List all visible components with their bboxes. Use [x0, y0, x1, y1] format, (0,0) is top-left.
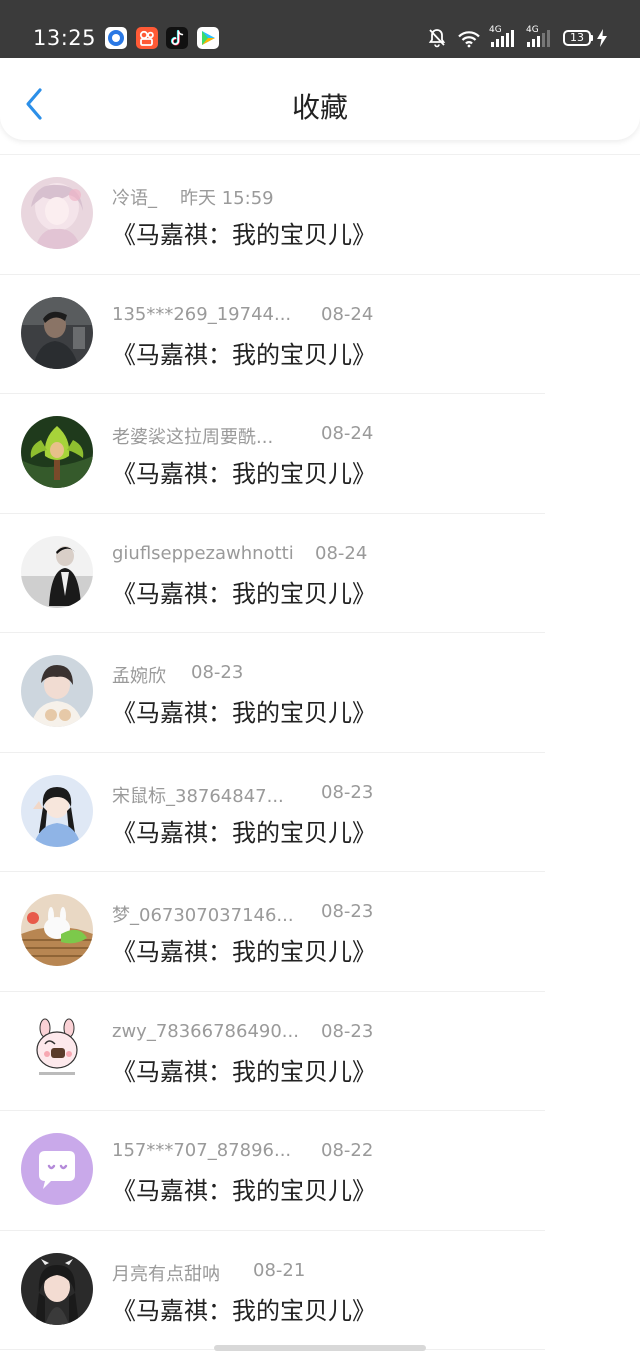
item-title[interactable]: 《马嘉祺：我的宝贝儿》 [112, 454, 376, 489]
post-time: 08-21 [253, 1259, 306, 1281]
list-item[interactable]: 孟婉欣 08-23 《马嘉祺：我的宝贝儿》 [0, 633, 640, 753]
item-meta: giuflseppezawhnotti 08-24 [112, 543, 367, 564]
wifi-icon [458, 31, 480, 48]
item-meta: zwy_78366786490... 08-23 [112, 1021, 373, 1042]
list-item[interactable]: 老婆裟这拉周要酰... 08-24 《马嘉祺：我的宝贝儿》 [0, 394, 640, 514]
item-title[interactable]: 《马嘉祺：我的宝贝儿》 [112, 335, 376, 370]
user-name[interactable]: zwy_78366786490... [112, 1021, 299, 1042]
post-time: 08-23 [191, 662, 244, 683]
item-title[interactable]: 《马嘉祺：我的宝贝儿》 [112, 1171, 376, 1206]
item-meta: 孟婉欣 08-23 [112, 662, 243, 688]
browser-app-icon [105, 27, 127, 49]
post-time: 08-24 [321, 423, 374, 444]
post-time: 昨天 15:59 [180, 188, 274, 209]
user-name[interactable]: 157***707_87896... [112, 1140, 291, 1161]
user-name[interactable]: 梦_067307037146... [112, 901, 294, 927]
list-item[interactable]: 135***269_19744... 08-24 《马嘉祺：我的宝贝儿》 [0, 275, 640, 395]
item-title[interactable]: 《马嘉祺：我的宝贝儿》 [112, 574, 376, 609]
signal-icon-2 [527, 30, 550, 47]
kuaishou-app-icon [136, 27, 158, 49]
item-meta: 157***707_87896... 08-22 [112, 1140, 373, 1161]
post-time: 08-23 [321, 1020, 374, 1042]
user-name[interactable]: 孟婉欣 [112, 662, 166, 688]
item-meta: 宋鼠标_38764847... 08-23 [112, 782, 373, 808]
user-name[interactable]: 月亮有点甜呐 [112, 1260, 220, 1286]
avatar[interactable] [21, 774, 93, 847]
list-item[interactable]: 冷语_ 昨天 15:59 《马嘉祺：我的宝贝儿》 [0, 155, 640, 275]
post-time: 08-22 [321, 1140, 374, 1161]
signal-icon [491, 30, 514, 47]
battery-indicator: 13 [563, 30, 591, 46]
user-name[interactable]: 宋鼠标_38764847... [112, 782, 284, 808]
post-time: 08-23 [321, 781, 374, 803]
item-meta: 冷语_ 昨天 15:59 [112, 184, 274, 210]
item-title[interactable]: 《马嘉祺：我的宝贝儿》 [112, 1052, 376, 1087]
avatar[interactable] [21, 1013, 93, 1086]
list-item[interactable]: 宋鼠标_38764847... 08-23 《马嘉祺：我的宝贝儿》 [0, 753, 640, 873]
item-title[interactable]: 《马嘉祺：我的宝贝儿》 [112, 1291, 376, 1326]
item-meta: 梦_067307037146... 08-23 [112, 901, 373, 927]
list-item[interactable]: 梦_067307037146... 08-23 《马嘉祺：我的宝贝儿》 [0, 872, 640, 992]
user-name[interactable]: giuflseppezawhnotti [112, 543, 294, 564]
post-time: 08-23 [321, 901, 374, 922]
item-meta: 135***269_19744... 08-24 [112, 304, 373, 325]
item-title[interactable]: 《马嘉祺：我的宝贝儿》 [112, 813, 376, 848]
user-name[interactable]: 135***269_19744... [112, 304, 291, 325]
avatar[interactable] [21, 655, 93, 727]
item-title[interactable]: 《马嘉祺：我的宝贝儿》 [112, 932, 376, 967]
avatar[interactable] [21, 535, 93, 608]
list-item[interactable]: giuflseppezawhnotti 08-24 《马嘉祺：我的宝贝儿》 [0, 514, 640, 634]
battery-tip [591, 35, 593, 41]
post-time: 08-24 [315, 542, 368, 564]
bell-off-icon [428, 29, 446, 48]
user-name[interactable]: 老婆裟这拉周要酰... [112, 423, 273, 449]
tiktok-app-icon [166, 27, 188, 49]
page-title: 收藏 [291, 91, 348, 124]
status-time: 13:25 [33, 26, 97, 50]
list-item[interactable]: 月亮有点甜呐 08-21 《马嘉祺：我的宝贝儿》 [0, 1231, 640, 1351]
avatar[interactable] [21, 296, 93, 369]
avatar[interactable] [21, 894, 93, 966]
video-app-icon [197, 27, 219, 49]
charging-bolt-icon [597, 29, 607, 47]
user-name[interactable]: 冷语_ [112, 184, 157, 210]
item-title[interactable]: 《马嘉祺：我的宝贝儿》 [112, 693, 376, 728]
avatar[interactable] [21, 1252, 93, 1325]
item-title[interactable]: 《马嘉祺：我的宝贝儿》 [112, 215, 376, 250]
avatar[interactable] [21, 1133, 93, 1205]
header-bar: 收藏 [0, 58, 640, 140]
list-item[interactable]: zwy_78366786490... 08-23 《马嘉祺：我的宝贝儿》 [0, 992, 640, 1112]
avatar[interactable] [21, 416, 93, 488]
status-bar: 13:25 4G 4G 13 [0, 0, 640, 58]
favorites-list: 冷语_ 昨天 15:59 《马嘉祺：我的宝贝儿》 135***269_19744… [0, 155, 640, 1350]
avatar[interactable] [21, 177, 93, 249]
item-meta: 月亮有点甜呐 08-21 [112, 1260, 305, 1286]
home-indicator[interactable] [214, 1345, 426, 1351]
post-time: 08-24 [321, 303, 374, 325]
item-meta: 老婆裟这拉周要酰... 08-24 [112, 423, 373, 449]
list-item[interactable]: 157***707_87896... 08-22 《马嘉祺：我的宝贝儿》 [0, 1111, 640, 1231]
